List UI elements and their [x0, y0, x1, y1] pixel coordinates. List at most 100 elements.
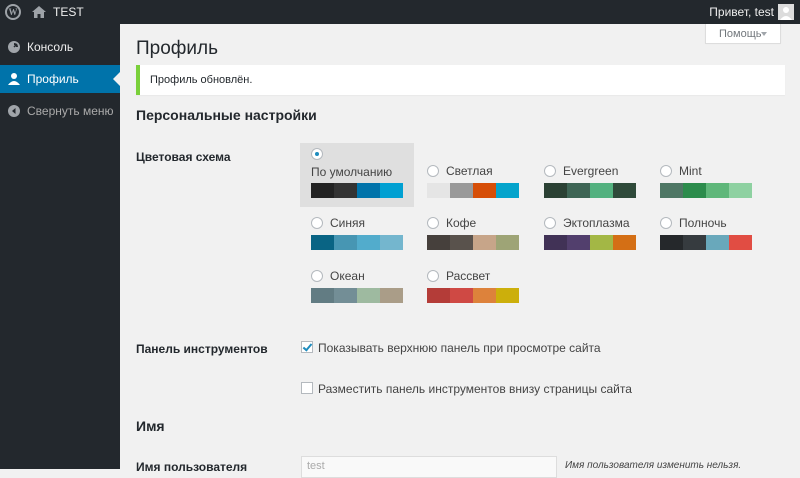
color-swatch	[660, 183, 683, 198]
success-notice: Профиль обновлён.	[136, 65, 785, 95]
color-swatch	[450, 288, 473, 303]
sidebar-item-collapse-menu[interactable]: Свернуть меню	[0, 97, 120, 125]
scheme-radio[interactable]	[311, 148, 323, 160]
scheme-swatches	[427, 235, 519, 250]
color-scheme-option[interactable]: Океан	[300, 264, 414, 328]
color-swatch	[357, 183, 380, 198]
color-swatch	[706, 235, 729, 250]
scheme-radio[interactable]	[311, 270, 323, 282]
user-icon	[8, 73, 20, 85]
color-swatch	[729, 183, 752, 198]
avatar[interactable]	[778, 4, 794, 20]
scheme-swatches	[427, 288, 519, 303]
color-swatch	[496, 235, 519, 250]
scheme-label: Mint	[679, 164, 702, 178]
color-swatch	[496, 288, 519, 303]
show-toolbar-checkbox[interactable]	[301, 341, 313, 353]
section-title-name: Имя	[136, 418, 165, 434]
color-swatch	[334, 288, 357, 303]
section-title-personal: Персональные настройки	[136, 107, 317, 123]
scheme-swatches	[311, 183, 403, 198]
color-swatch	[334, 183, 357, 198]
sidebar-item-profile[interactable]: Профиль	[0, 65, 120, 93]
color-swatch	[334, 235, 357, 250]
admin-bar: W TEST Привет, test	[0, 0, 800, 24]
help-tab-button[interactable]: Помощь	[705, 24, 781, 44]
page-title: Профиль	[136, 38, 219, 59]
color-swatch	[473, 288, 496, 303]
scheme-swatches	[660, 235, 752, 250]
home-icon[interactable]	[32, 6, 46, 18]
color-swatch	[706, 183, 729, 198]
color-swatch	[683, 183, 706, 198]
scheme-swatches	[311, 235, 403, 250]
color-swatch	[590, 235, 613, 250]
sidebar-item-dashboard[interactable]: Консоль	[0, 33, 120, 61]
scheme-radio[interactable]	[544, 217, 556, 229]
scheme-radio[interactable]	[427, 165, 439, 177]
color-swatch	[311, 288, 334, 303]
scheme-label: По умолчанию	[311, 165, 393, 179]
color-swatch	[613, 183, 636, 198]
color-swatch	[473, 183, 496, 198]
color-swatch	[357, 235, 380, 250]
scheme-label: Синяя	[330, 216, 365, 230]
color-swatch	[473, 235, 496, 250]
toolbar-bottom-checkbox[interactable]	[301, 382, 313, 394]
color-scheme-option[interactable]: Рассвет	[416, 264, 530, 328]
scheme-radio[interactable]	[544, 165, 556, 177]
color-swatch	[729, 235, 752, 250]
collapse-icon	[8, 105, 20, 117]
scheme-swatches	[311, 288, 403, 303]
color-swatch	[544, 235, 567, 250]
scheme-label: Эктоплазма	[563, 216, 630, 230]
chevron-down-icon	[761, 32, 767, 36]
site-name-link[interactable]: TEST	[53, 5, 84, 19]
color-scheme-option[interactable]: Эктоплазма	[533, 211, 647, 275]
color-swatch	[496, 183, 519, 198]
color-scheme-label: Цветовая схема	[136, 150, 231, 164]
color-swatch	[357, 288, 380, 303]
sidebar-item-label: Консоль	[27, 40, 74, 54]
color-swatch	[311, 235, 334, 250]
color-swatch	[660, 235, 683, 250]
scheme-radio[interactable]	[311, 217, 323, 229]
username-field[interactable]: test	[301, 456, 557, 478]
color-swatch	[427, 288, 450, 303]
show-toolbar-label[interactable]: Показывать верхнюю панель при просмотре …	[318, 341, 601, 355]
color-swatch	[380, 288, 403, 303]
color-swatch	[567, 183, 590, 198]
toolbar-bottom-label[interactable]: Разместить панель инструментов внизу стр…	[318, 382, 632, 396]
color-swatch	[450, 183, 473, 198]
color-swatch	[590, 183, 613, 198]
scheme-radio[interactable]	[427, 217, 439, 229]
wordpress-icon[interactable]: W	[5, 4, 21, 20]
color-swatch	[380, 183, 403, 198]
color-swatch	[380, 235, 403, 250]
howdy-user-link[interactable]: Привет, test	[709, 5, 774, 19]
scheme-swatches	[660, 183, 752, 198]
scheme-label: Полночь	[679, 216, 727, 230]
toolbar-label: Панель инструментов	[136, 342, 268, 356]
scheme-radio[interactable]	[660, 217, 672, 229]
color-swatch	[613, 235, 636, 250]
sidebar-item-label: Свернуть меню	[27, 104, 114, 118]
sidebar-item-label: Профиль	[27, 72, 79, 86]
username-label: Имя пользователя	[136, 460, 248, 474]
color-swatch	[544, 183, 567, 198]
color-scheme-option[interactable]: По умолчанию	[300, 143, 414, 207]
admin-sidebar: Консоль Профиль Свернуть меню	[0, 24, 120, 469]
color-swatch	[427, 235, 450, 250]
color-swatch	[311, 183, 334, 198]
color-swatch	[567, 235, 590, 250]
dashboard-icon	[8, 41, 20, 53]
help-tab-label: Помощь	[719, 28, 762, 40]
scheme-label: Светлая	[446, 164, 493, 178]
color-swatch	[683, 235, 706, 250]
scheme-swatches	[427, 183, 519, 198]
username-note: Имя пользователя изменить нельзя.	[565, 460, 742, 471]
scheme-radio[interactable]	[660, 165, 672, 177]
scheme-swatches	[544, 183, 636, 198]
color-scheme-option[interactable]: Полночь	[649, 211, 763, 275]
scheme-radio[interactable]	[427, 270, 439, 282]
